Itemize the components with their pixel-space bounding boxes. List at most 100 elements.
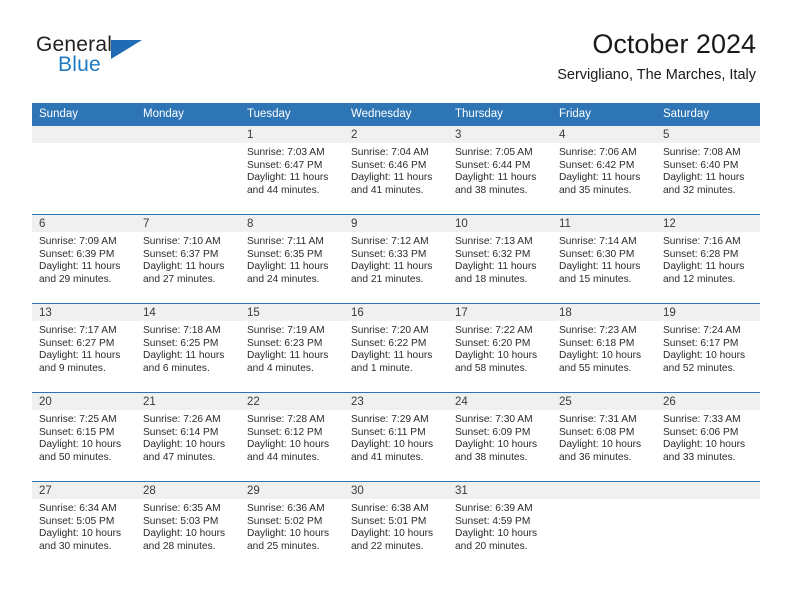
calendar-day-cell[interactable]: 1 Sunrise: 7:03 AM Sunset: 6:47 PM Daylight… <box>240 125 344 215</box>
daylight-duration-line1: Daylight: 10 hours <box>455 439 538 451</box>
calendar-day-cell[interactable]: 18 Sunrise: 7:23 AM Sunset: 6:18 PM Dayligh… <box>552 303 656 393</box>
sunset-time: Sunset: 6:18 PM <box>559 337 635 349</box>
calendar-day-cell[interactable]: 30 Sunrise: 6:38 AM Sunset: 5:01 PM Dayligh… <box>344 481 448 570</box>
weekday-header-saturday: Saturday <box>656 103 760 126</box>
day-details: Sunrise: 7:16 AM Sunset: 6:28 PM Daylight:… <box>656 232 760 286</box>
daylight-duration-line2: and 44 minutes. <box>247 451 320 463</box>
weekday-header-monday: Monday <box>136 103 240 126</box>
sunrise-time: Sunrise: 7:04 AM <box>351 147 429 158</box>
calendar-day-cell[interactable]: 14 Sunrise: 7:18 AM Sunset: 6:25 PM Dayligh… <box>136 303 240 393</box>
sunrise-time: Sunrise: 7:20 AM <box>351 325 429 336</box>
day-5: 5 Sunrise: 7:08 AM Sunset: 6:40 PM Daylight… <box>656 126 760 214</box>
day-number: 31 <box>448 482 552 499</box>
sunset-time: Sunset: 6:28 PM <box>663 248 739 260</box>
sunset-time: Sunset: 6:39 PM <box>39 248 115 260</box>
day-number: 17 <box>448 304 552 321</box>
calendar-day-cell[interactable]: 10 Sunrise: 7:13 AM Sunset: 6:32 PM Dayligh… <box>448 214 552 304</box>
calendar-day-cell[interactable]: 3 Sunrise: 7:05 AM Sunset: 6:44 PM Daylight… <box>448 125 552 215</box>
calendar-day-cell[interactable]: 2 Sunrise: 7:04 AM Sunset: 6:46 PM Daylight… <box>344 125 448 215</box>
calendar-day-cell[interactable]: 12 Sunrise: 7:16 AM Sunset: 6:28 PM Dayligh… <box>656 214 760 304</box>
calendar-day-cell[interactable]: 6 Sunrise: 7:09 AM Sunset: 6:39 PM Daylight… <box>32 214 136 304</box>
daylight-duration-line2: and 21 minutes. <box>351 273 424 285</box>
day-28: 28 Sunrise: 6:35 AM Sunset: 5:03 PM Dayligh… <box>136 482 240 570</box>
day-8: 8 Sunrise: 7:11 AM Sunset: 6:35 PM Daylight… <box>240 215 344 303</box>
sunset-time: Sunset: 6:17 PM <box>663 337 739 349</box>
sunset-time: Sunset: 5:02 PM <box>247 515 323 527</box>
calendar-day-cell[interactable]: 29 Sunrise: 6:36 AM Sunset: 5:02 PM Dayligh… <box>240 481 344 570</box>
day-number: 26 <box>656 393 760 410</box>
sunrise-time: Sunrise: 7:12 AM <box>351 236 429 247</box>
daylight-duration-line1: Daylight: 11 hours <box>559 261 641 273</box>
calendar-day-cell[interactable]: 8 Sunrise: 7:11 AM Sunset: 6:35 PM Daylight… <box>240 214 344 304</box>
generalblue-logo[interactable]: General Blue <box>36 33 236 85</box>
calendar-day-cell[interactable]: 9 Sunrise: 7:12 AM Sunset: 6:33 PM Daylight… <box>344 214 448 304</box>
day-27: 27 Sunrise: 6:34 AM Sunset: 5:05 PM Dayligh… <box>32 482 136 570</box>
sunset-time: Sunset: 6:37 PM <box>143 248 219 260</box>
sunset-time: Sunset: 6:25 PM <box>143 337 219 349</box>
daylight-duration-line2: and 41 minutes. <box>351 451 424 463</box>
day-number: 11 <box>552 215 656 232</box>
sunrise-time: Sunrise: 7:17 AM <box>39 325 117 336</box>
calendar-day-cell[interactable]: 24 Sunrise: 7:30 AM Sunset: 6:09 PM Dayligh… <box>448 392 552 482</box>
day-details: Sunrise: 7:12 AM Sunset: 6:33 PM Daylight:… <box>344 232 448 286</box>
calendar-day-cell[interactable]: 20 Sunrise: 7:25 AM Sunset: 6:15 PM Dayligh… <box>32 392 136 482</box>
calendar-day-cell[interactable]: 25 Sunrise: 7:31 AM Sunset: 6:08 PM Dayligh… <box>552 392 656 482</box>
daylight-duration-line1: Daylight: 10 hours <box>455 350 538 362</box>
calendar-day-cell[interactable]: 23 Sunrise: 7:29 AM Sunset: 6:11 PM Dayligh… <box>344 392 448 482</box>
calendar-day-cell <box>136 125 240 215</box>
day-6: 6 Sunrise: 7:09 AM Sunset: 6:39 PM Daylight… <box>32 215 136 303</box>
day-number: 6 <box>32 215 136 232</box>
daylight-duration-line2: and 15 minutes. <box>559 273 632 285</box>
day-17: 17 Sunrise: 7:22 AM Sunset: 6:20 PM Dayligh… <box>448 304 552 392</box>
day-number <box>32 126 136 143</box>
calendar-day-cell[interactable]: 28 Sunrise: 6:35 AM Sunset: 5:03 PM Dayligh… <box>136 481 240 570</box>
day-details: Sunrise: 7:23 AM Sunset: 6:18 PM Daylight:… <box>552 321 656 375</box>
daylight-duration-line1: Daylight: 10 hours <box>39 439 122 451</box>
sunset-time: Sunset: 5:05 PM <box>39 515 115 527</box>
day-number: 15 <box>240 304 344 321</box>
sunset-time: Sunset: 6:20 PM <box>455 337 531 349</box>
calendar-day-cell[interactable]: 21 Sunrise: 7:26 AM Sunset: 6:14 PM Dayligh… <box>136 392 240 482</box>
calendar-day-cell[interactable]: 7 Sunrise: 7:10 AM Sunset: 6:37 PM Daylight… <box>136 214 240 304</box>
day-details: Sunrise: 7:06 AM Sunset: 6:42 PM Daylight:… <box>552 143 656 197</box>
sunrise-time: Sunrise: 7:19 AM <box>247 325 325 336</box>
calendar-day-cell[interactable]: 27 Sunrise: 6:34 AM Sunset: 5:05 PM Dayligh… <box>32 481 136 570</box>
calendar-day-cell[interactable]: 15 Sunrise: 7:19 AM Sunset: 6:23 PM Dayligh… <box>240 303 344 393</box>
calendar-day-cell[interactable]: 13 Sunrise: 7:17 AM Sunset: 6:27 PM Dayligh… <box>32 303 136 393</box>
day-details: Sunrise: 7:17 AM Sunset: 6:27 PM Daylight:… <box>32 321 136 375</box>
calendar-week-row: 27 Sunrise: 6:34 AM Sunset: 5:05 PM Dayligh… <box>32 481 760 570</box>
sunset-time: Sunset: 6:08 PM <box>559 426 635 438</box>
day-number: 2 <box>344 126 448 143</box>
calendar-day-cell[interactable]: 31 Sunrise: 6:39 AM Sunset: 4:59 PM Dayligh… <box>448 481 552 570</box>
daylight-duration-line2: and 29 minutes. <box>39 273 112 285</box>
daylight-duration-line1: Daylight: 11 hours <box>247 172 329 184</box>
sunrise-time: Sunrise: 7:10 AM <box>143 236 221 247</box>
calendar-day-cell[interactable]: 16 Sunrise: 7:20 AM Sunset: 6:22 PM Dayligh… <box>344 303 448 393</box>
day-12: 12 Sunrise: 7:16 AM Sunset: 6:28 PM Dayligh… <box>656 215 760 303</box>
calendar-day-cell[interactable]: 19 Sunrise: 7:24 AM Sunset: 6:17 PM Dayligh… <box>656 303 760 393</box>
calendar-day-cell[interactable]: 4 Sunrise: 7:06 AM Sunset: 6:42 PM Daylight… <box>552 125 656 215</box>
calendar-day-cell[interactable]: 22 Sunrise: 7:28 AM Sunset: 6:12 PM Dayligh… <box>240 392 344 482</box>
sunrise-time: Sunrise: 7:16 AM <box>663 236 741 247</box>
day-7: 7 Sunrise: 7:10 AM Sunset: 6:37 PM Daylight… <box>136 215 240 303</box>
day-details: Sunrise: 7:11 AM Sunset: 6:35 PM Daylight:… <box>240 232 344 286</box>
sunset-time: Sunset: 5:01 PM <box>351 515 427 527</box>
calendar-day-cell[interactable]: 26 Sunrise: 7:33 AM Sunset: 6:06 PM Dayligh… <box>656 392 760 482</box>
sunset-time: Sunset: 6:12 PM <box>247 426 323 438</box>
day-details: Sunrise: 7:14 AM Sunset: 6:30 PM Daylight:… <box>552 232 656 286</box>
day-details: Sunrise: 7:03 AM Sunset: 6:47 PM Daylight:… <box>240 143 344 197</box>
day-details: Sunrise: 7:33 AM Sunset: 6:06 PM Daylight:… <box>656 410 760 464</box>
sunset-time: Sunset: 6:35 PM <box>247 248 323 260</box>
sunset-time: Sunset: 6:15 PM <box>39 426 115 438</box>
daylight-duration-line2: and 32 minutes. <box>663 184 736 196</box>
calendar-day-cell[interactable]: 17 Sunrise: 7:22 AM Sunset: 6:20 PM Dayligh… <box>448 303 552 393</box>
day-29: 29 Sunrise: 6:36 AM Sunset: 5:02 PM Dayligh… <box>240 482 344 570</box>
calendar-day-cell[interactable]: 5 Sunrise: 7:08 AM Sunset: 6:40 PM Daylight… <box>656 125 760 215</box>
calendar-day-cell[interactable]: 11 Sunrise: 7:14 AM Sunset: 6:30 PM Dayligh… <box>552 214 656 304</box>
daylight-duration-line2: and 50 minutes. <box>39 451 112 463</box>
weekday-header-sunday: Sunday <box>32 103 136 126</box>
sunset-time: Sunset: 6:11 PM <box>351 426 426 438</box>
day-10: 10 Sunrise: 7:13 AM Sunset: 6:32 PM Dayligh… <box>448 215 552 303</box>
daylight-duration-line1: Daylight: 11 hours <box>143 261 225 273</box>
day-9: 9 Sunrise: 7:12 AM Sunset: 6:33 PM Daylight… <box>344 215 448 303</box>
